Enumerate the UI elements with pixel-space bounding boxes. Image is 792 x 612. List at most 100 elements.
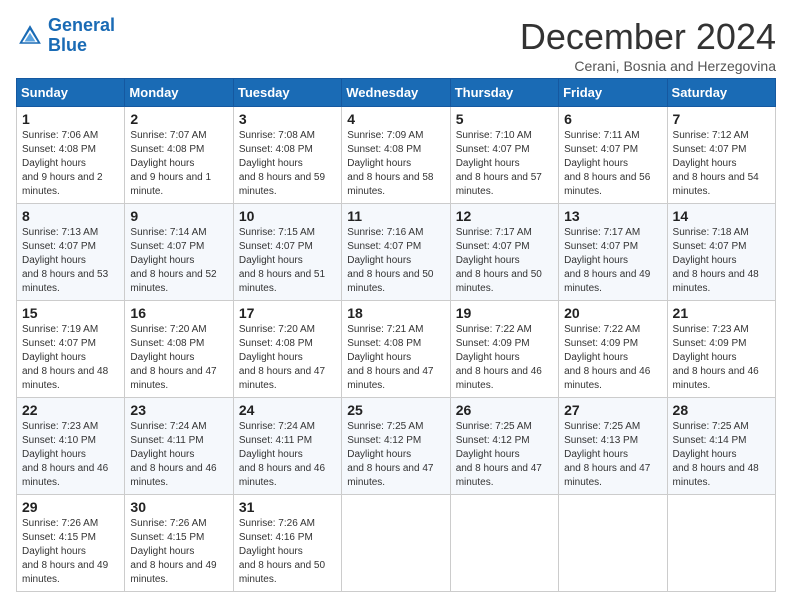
calendar-week-3: 15Sunrise: 7:19 AMSunset: 4:07 PMDayligh… — [17, 301, 776, 398]
day-number: 1 — [22, 111, 119, 127]
calendar-cell — [559, 495, 667, 592]
calendar-cell: 10 Sunrise: 7:15 AMSunset: 4:07 PMDayligh… — [233, 204, 341, 301]
calendar-cell: 4 Sunrise: 7:09 AMSunset: 4:08 PMDaylight… — [342, 107, 450, 204]
title-block: December 2024 Cerani, Bosnia and Herzego… — [520, 16, 776, 74]
day-info: Sunrise: 7:08 AMSunset: 4:08 PMDaylight … — [239, 129, 336, 199]
day-info: Sunrise: 7:16 AMSunset: 4:07 PMDaylight … — [347, 226, 444, 296]
day-number: 15 — [22, 305, 119, 321]
day-number: 16 — [130, 305, 227, 321]
calendar-week-4: 22 Sunrise: 7:23 AMSunset: 4:10 PMDayligh… — [17, 398, 776, 495]
calendar-cell: 20 Sunrise: 7:22 AMSunset: 4:09 PMDayligh… — [559, 301, 667, 398]
day-info: Sunrise: 7:22 AMSunset: 4:09 PMDaylight … — [564, 323, 661, 393]
day-number: 10 — [239, 208, 336, 224]
calendar-cell: 30 Sunrise: 7:26 AMSunset: 4:15 PMDayligh… — [125, 495, 233, 592]
col-header-friday: Friday — [559, 79, 667, 107]
month-title: December 2024 — [520, 16, 776, 58]
day-number: 20 — [564, 305, 661, 321]
day-number: 18 — [347, 305, 444, 321]
day-info: Sunrise: 7:13 AMSunset: 4:07 PMDaylight … — [22, 226, 119, 296]
calendar-cell: 21Sunrise: 7:23 AMSunset: 4:09 PMDayligh… — [667, 301, 775, 398]
calendar-cell: 2 Sunrise: 7:07 AMSunset: 4:08 PMDaylight… — [125, 107, 233, 204]
calendar-week-5: 29 Sunrise: 7:26 AMSunset: 4:15 PMDayligh… — [17, 495, 776, 592]
calendar-cell: 7Sunrise: 7:12 AMSunset: 4:07 PMDaylight… — [667, 107, 775, 204]
col-header-thursday: Thursday — [450, 79, 558, 107]
logo-icon — [16, 22, 44, 50]
calendar-cell: 8Sunrise: 7:13 AMSunset: 4:07 PMDaylight… — [17, 204, 125, 301]
day-info: Sunrise: 7:25 AMSunset: 4:13 PMDaylight … — [564, 420, 661, 490]
day-number: 11 — [347, 208, 444, 224]
day-number: 30 — [130, 499, 227, 515]
day-number: 5 — [456, 111, 553, 127]
calendar-cell: 27Sunrise: 7:25 AMSunset: 4:13 PMDayligh… — [559, 398, 667, 495]
col-header-sunday: Sunday — [17, 79, 125, 107]
day-number: 9 — [130, 208, 227, 224]
day-number: 25 — [347, 402, 444, 418]
logo: General Blue — [16, 16, 115, 56]
calendar-cell: 1Sunrise: 7:06 AMSunset: 4:08 PMDaylight… — [17, 107, 125, 204]
calendar-cell: 6 Sunrise: 7:11 AMSunset: 4:07 PMDaylight… — [559, 107, 667, 204]
calendar-cell: 9 Sunrise: 7:14 AMSunset: 4:07 PMDaylight… — [125, 204, 233, 301]
day-number: 3 — [239, 111, 336, 127]
calendar-cell: 3 Sunrise: 7:08 AMSunset: 4:08 PMDaylight… — [233, 107, 341, 204]
calendar-week-1: 1Sunrise: 7:06 AMSunset: 4:08 PMDaylight… — [17, 107, 776, 204]
day-info: Sunrise: 7:26 AMSunset: 4:16 PMDaylight … — [239, 517, 336, 587]
calendar-cell — [342, 495, 450, 592]
day-info: Sunrise: 7:24 AMSunset: 4:11 PMDaylight … — [239, 420, 336, 490]
calendar-cell: 14Sunrise: 7:18 AMSunset: 4:07 PMDayligh… — [667, 204, 775, 301]
calendar-cell: 16 Sunrise: 7:20 AMSunset: 4:08 PMDayligh… — [125, 301, 233, 398]
day-number: 22 — [22, 402, 119, 418]
day-number: 26 — [456, 402, 553, 418]
day-info: Sunrise: 7:23 AMSunset: 4:10 PMDaylight … — [22, 420, 119, 490]
day-info: Sunrise: 7:26 AMSunset: 4:15 PMDaylight … — [130, 517, 227, 587]
day-info: Sunrise: 7:25 AMSunset: 4:12 PMDaylight … — [456, 420, 553, 490]
day-info: Sunrise: 7:14 AMSunset: 4:07 PMDaylight … — [130, 226, 227, 296]
day-number: 19 — [456, 305, 553, 321]
day-info: Sunrise: 7:11 AMSunset: 4:07 PMDaylight … — [564, 129, 661, 199]
calendar-cell: 11 Sunrise: 7:16 AMSunset: 4:07 PMDayligh… — [342, 204, 450, 301]
day-info: Sunrise: 7:07 AMSunset: 4:08 PMDaylight … — [130, 129, 227, 199]
day-number: 23 — [130, 402, 227, 418]
day-info: Sunrise: 7:25 AMSunset: 4:14 PMDaylight … — [673, 420, 770, 490]
day-number: 13 — [564, 208, 661, 224]
day-info: Sunrise: 7:15 AMSunset: 4:07 PMDaylight … — [239, 226, 336, 296]
day-number: 21 — [673, 305, 770, 321]
day-info: Sunrise: 7:12 AMSunset: 4:07 PMDaylight … — [673, 129, 770, 199]
page-header: General Blue December 2024 Cerani, Bosni… — [16, 16, 776, 74]
calendar-cell: 26 Sunrise: 7:25 AMSunset: 4:12 PMDayligh… — [450, 398, 558, 495]
calendar-cell — [450, 495, 558, 592]
calendar-cell: 31 Sunrise: 7:26 AMSunset: 4:16 PMDayligh… — [233, 495, 341, 592]
day-number: 2 — [130, 111, 227, 127]
calendar-cell: 19 Sunrise: 7:22 AMSunset: 4:09 PMDayligh… — [450, 301, 558, 398]
day-info: Sunrise: 7:25 AMSunset: 4:12 PMDaylight … — [347, 420, 444, 490]
calendar-header-row: SundayMondayTuesdayWednesdayThursdayFrid… — [17, 79, 776, 107]
day-number: 17 — [239, 305, 336, 321]
day-number: 29 — [22, 499, 119, 515]
day-info: Sunrise: 7:18 AMSunset: 4:07 PMDaylight … — [673, 226, 770, 296]
col-header-tuesday: Tuesday — [233, 79, 341, 107]
col-header-saturday: Saturday — [667, 79, 775, 107]
day-info: Sunrise: 7:17 AMSunset: 4:07 PMDaylight … — [564, 226, 661, 296]
day-info: Sunrise: 7:21 AMSunset: 4:08 PMDaylight … — [347, 323, 444, 393]
calendar-table: SundayMondayTuesdayWednesdayThursdayFrid… — [16, 78, 776, 592]
day-info: Sunrise: 7:20 AMSunset: 4:08 PMDaylight … — [239, 323, 336, 393]
location: Cerani, Bosnia and Herzegovina — [520, 58, 776, 74]
calendar-cell: 29 Sunrise: 7:26 AMSunset: 4:15 PMDayligh… — [17, 495, 125, 592]
calendar-cell: 18 Sunrise: 7:21 AMSunset: 4:08 PMDayligh… — [342, 301, 450, 398]
calendar-cell: 12Sunrise: 7:17 AMSunset: 4:07 PMDayligh… — [450, 204, 558, 301]
calendar-cell: 23Sunrise: 7:24 AMSunset: 4:11 PMDayligh… — [125, 398, 233, 495]
day-info: Sunrise: 7:22 AMSunset: 4:09 PMDaylight … — [456, 323, 553, 393]
col-header-monday: Monday — [125, 79, 233, 107]
day-info: Sunrise: 7:09 AMSunset: 4:08 PMDaylight … — [347, 129, 444, 199]
calendar-cell: 13 Sunrise: 7:17 AMSunset: 4:07 PMDayligh… — [559, 204, 667, 301]
day-info: Sunrise: 7:20 AMSunset: 4:08 PMDaylight … — [130, 323, 227, 393]
calendar-cell: 25 Sunrise: 7:25 AMSunset: 4:12 PMDayligh… — [342, 398, 450, 495]
day-info: Sunrise: 7:26 AMSunset: 4:15 PMDaylight … — [22, 517, 119, 587]
calendar-week-2: 8Sunrise: 7:13 AMSunset: 4:07 PMDaylight… — [17, 204, 776, 301]
day-number: 24 — [239, 402, 336, 418]
day-number: 4 — [347, 111, 444, 127]
calendar-cell: 28Sunrise: 7:25 AMSunset: 4:14 PMDayligh… — [667, 398, 775, 495]
calendar-cell — [667, 495, 775, 592]
day-number: 31 — [239, 499, 336, 515]
day-number: 6 — [564, 111, 661, 127]
calendar-cell: 17 Sunrise: 7:20 AMSunset: 4:08 PMDayligh… — [233, 301, 341, 398]
